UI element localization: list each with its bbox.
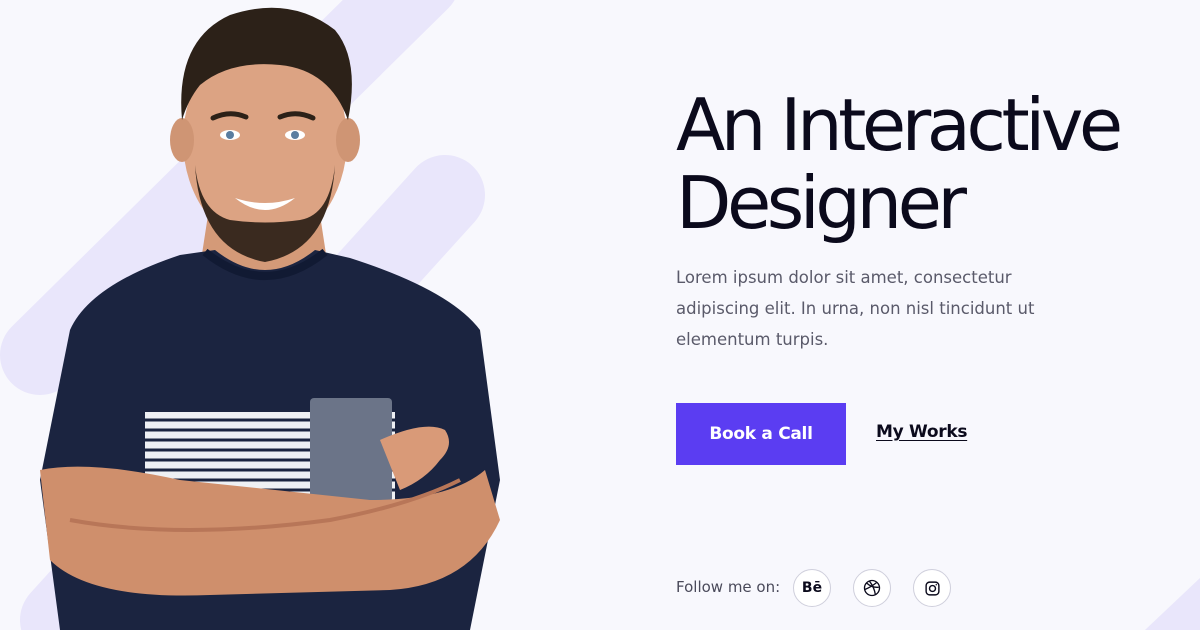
designer-portrait: [40, 7, 500, 630]
behance-icon-text: Bē: [801, 580, 823, 596]
hero-title-line-1: An Interactive: [676, 83, 1123, 167]
book-a-call-button[interactable]: Book a Call: [676, 403, 846, 465]
hero-title: An Interactive Designer: [676, 86, 1176, 242]
dribbble-icon[interactable]: [853, 569, 891, 607]
my-works-link[interactable]: My Works: [876, 422, 967, 442]
hero-title-line-2: Designer: [676, 161, 967, 245]
instagram-icon[interactable]: [913, 569, 951, 607]
follow-label: Follow me on:: [676, 578, 781, 596]
hero-description: Lorem ipsum dolor sit amet, consectetur …: [676, 268, 1035, 349]
behance-icon[interactable]: Bē: [793, 569, 831, 607]
